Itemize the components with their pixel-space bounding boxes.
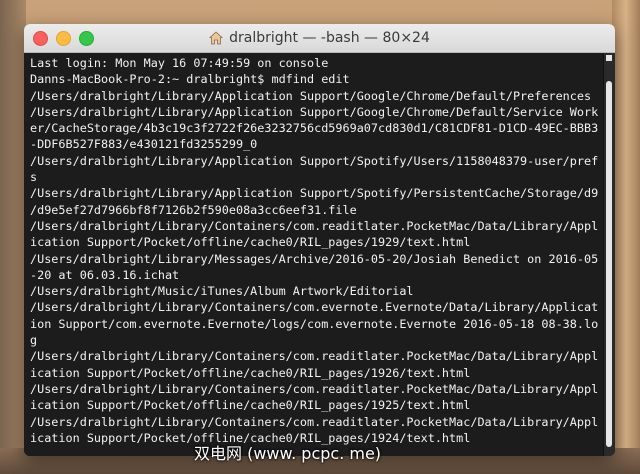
terminal-line: s bbox=[30, 170, 38, 185]
terminal-line: /Users/dralbright/Library/Containers/com… bbox=[30, 381, 599, 396]
terminal-window: dralbright — -bash — 80×24 Last login: M… bbox=[24, 24, 615, 456]
scrollbar-thumb[interactable] bbox=[606, 81, 612, 447]
scrollbar[interactable] bbox=[603, 53, 615, 456]
terminal-output[interactable]: Last login: Mon May 16 07:49:59 on conso… bbox=[24, 53, 604, 456]
terminal-line: /Users/dralbright/Library/Application Su… bbox=[30, 186, 599, 201]
terminal-line: /Users/dralbright/Library/Containers/com… bbox=[30, 349, 599, 364]
terminal-line: /Users/dralbright/Library/Containers/com… bbox=[30, 218, 599, 233]
terminal-line: er/CacheStorage/4b3c19c3f2722f26e3232756… bbox=[30, 121, 599, 136]
terminal-line: /Users/dralbright/Library/Containers/com… bbox=[30, 300, 599, 315]
minimize-button[interactable] bbox=[56, 31, 71, 46]
wallpaper-right bbox=[612, 0, 640, 474]
terminal-line: ication Support/Pocket/offline/cache0/RI… bbox=[30, 365, 471, 380]
terminal-line: ication Support/Pocket/offline/cache0/RI… bbox=[30, 235, 471, 250]
title-bar[interactable]: dralbright — -bash — 80×24 bbox=[24, 24, 615, 53]
terminal-line: /Users/dralbright/Library/Application Su… bbox=[30, 153, 599, 168]
wallpaper-left bbox=[0, 0, 26, 474]
terminal-line: ion Support/com.evernote.Evernote/logs/c… bbox=[30, 316, 599, 331]
window-controls bbox=[33, 31, 94, 46]
close-button[interactable] bbox=[33, 31, 48, 46]
terminal-line: -20 at 06.03.16.ichat bbox=[30, 267, 180, 282]
terminal-line: /Users/dralbright/Library/Application Su… bbox=[30, 88, 592, 103]
terminal-line: Last login: Mon May 16 07:49:59 on conso… bbox=[30, 56, 329, 70]
scrollbar-cap bbox=[606, 55, 612, 61]
house-icon bbox=[209, 31, 224, 45]
window-title-group: dralbright — -bash — 80×24 bbox=[209, 30, 430, 46]
terminal-line: g bbox=[30, 333, 38, 348]
terminal-line: Danns-MacBook-Pro-2:~ dralbright$ mdfind… bbox=[30, 72, 350, 87]
terminal-line: /Users/dralbright/Library/Messages/Archi… bbox=[30, 251, 599, 266]
window-title: dralbright — -bash — 80×24 bbox=[229, 30, 430, 46]
terminal-line: /Users/dralbright/Library/Application Su… bbox=[30, 104, 599, 119]
terminal-line: /Users/dralbright/Library/Containers/com… bbox=[30, 414, 599, 429]
terminal-line: -DDF6B527F883/e430121fd3255299_0 bbox=[30, 137, 258, 152]
terminal-line: ication Support/Pocket/offline/cache0/RI… bbox=[30, 398, 471, 413]
watermark-text: 双电网 (www. pcpc. me) bbox=[194, 444, 382, 463]
terminal-line: /Users/dralbright/Music/iTunes/Album Art… bbox=[30, 284, 414, 299]
terminal-line: /d9e5ef27d7966bf8f7126b2f590e08a3cc6eef3… bbox=[30, 202, 357, 217]
maximize-button[interactable] bbox=[79, 31, 94, 46]
